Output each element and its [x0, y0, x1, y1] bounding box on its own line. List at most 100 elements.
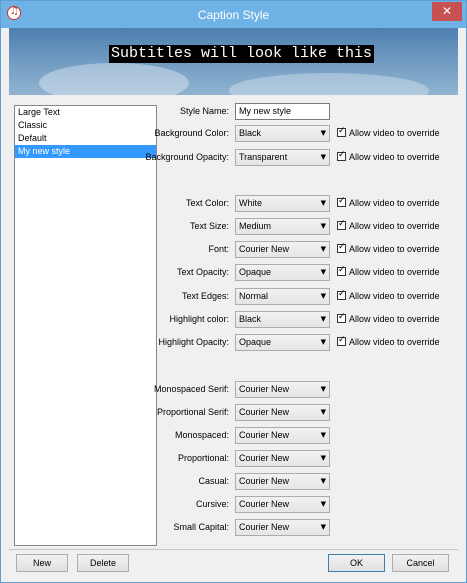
chevron-down-icon: ▼: [320, 153, 326, 161]
checkbox-checked-icon: [337, 149, 346, 162]
text-edges-override-checkbox[interactable]: Allow video to override: [337, 288, 457, 303]
text-color-select[interactable]: White ▼: [235, 195, 330, 212]
background-color-select[interactable]: Black ▼: [235, 125, 330, 142]
text-edges-label: Text Edges:: [181, 291, 229, 301]
cloud-decoration: [229, 73, 429, 95]
background-opacity-value: Transparent: [239, 152, 288, 162]
proportional-label: Proportional:: [177, 453, 229, 463]
checkbox-checked-icon: [337, 125, 346, 138]
text-size-value: Medium: [239, 221, 272, 231]
text-opacity-override-checkbox[interactable]: Allow video to override: [337, 264, 457, 279]
window-title: Caption Style: [197, 8, 270, 22]
text-size-select[interactable]: Medium ▼: [235, 218, 330, 235]
casual-select[interactable]: Courier New ▼: [235, 473, 330, 490]
font-override-checkbox[interactable]: Allow video to override: [337, 241, 457, 256]
background-opacity-label: Background Opacity:: [145, 152, 229, 162]
highlight-opacity-select[interactable]: Opaque ▼: [235, 334, 330, 351]
text-opacity-value: Opaque: [239, 267, 272, 277]
proportional-value: Courier New: [239, 453, 290, 463]
text-edges-select[interactable]: Normal ▼: [235, 288, 330, 305]
cancel-button[interactable]: Cancel: [392, 554, 449, 572]
cursive-label: Cursive:: [195, 499, 229, 509]
checkbox-checked-icon: [337, 241, 346, 254]
close-button[interactable]: ✕: [432, 2, 462, 21]
ok-button[interactable]: OK: [328, 554, 385, 572]
font-select[interactable]: Courier New ▼: [235, 241, 330, 258]
new-button[interactable]: New: [16, 554, 68, 572]
checkbox-checked-icon: [337, 264, 346, 277]
small-capital-select[interactable]: Courier New ▼: [235, 519, 330, 536]
chevron-down-icon: ▼: [320, 523, 326, 531]
override-label: Allow video to override: [349, 291, 440, 301]
title-bar: Caption Style ✕: [1, 1, 466, 28]
background-color-override-checkbox[interactable]: Allow video to override: [337, 125, 457, 140]
highlight-color-label: Highlight color:: [169, 314, 229, 324]
delete-button[interactable]: Delete: [77, 554, 129, 572]
checkbox-checked-icon: [337, 288, 346, 301]
override-label: Allow video to override: [349, 128, 440, 138]
small-capital-label: Small Capital:: [173, 522, 229, 532]
checkbox-checked-icon: [337, 334, 346, 347]
highlight-opacity-value: Opaque: [239, 337, 272, 347]
override-label: Allow video to override: [349, 152, 440, 162]
chevron-down-icon: ▼: [320, 431, 326, 439]
monospaced-serif-label: Monospaced Serif:: [153, 384, 229, 394]
proportional-serif-value: Courier New: [239, 407, 290, 417]
style-name-input[interactable]: My new style: [235, 103, 330, 120]
override-label: Allow video to override: [349, 244, 440, 254]
font-label: Font:: [208, 244, 229, 254]
chevron-down-icon: ▼: [320, 199, 326, 207]
highlight-opacity-override-checkbox[interactable]: Allow video to override: [337, 334, 457, 349]
font-value: Courier New: [239, 244, 290, 254]
chevron-down-icon: ▼: [320, 268, 326, 276]
highlight-opacity-label: Highlight Opacity:: [158, 337, 229, 347]
text-edges-value: Normal: [239, 291, 269, 301]
highlight-color-override-checkbox[interactable]: Allow video to override: [337, 311, 457, 326]
text-color-override-checkbox[interactable]: Allow video to override: [337, 195, 457, 210]
chevron-down-icon: ▼: [320, 245, 326, 253]
chevron-down-icon: ▼: [320, 315, 326, 323]
monospaced-serif-select[interactable]: Courier New ▼: [235, 381, 330, 398]
text-color-label: Text Color:: [185, 198, 229, 208]
text-size-label: Text Size:: [189, 221, 229, 231]
casual-value: Courier New: [239, 476, 290, 486]
chevron-down-icon: ▼: [320, 477, 326, 485]
background-color-label: Background Color:: [154, 128, 229, 138]
checkbox-checked-icon: [337, 195, 346, 208]
casual-label: Casual:: [198, 476, 229, 486]
background-opacity-select[interactable]: Transparent ▼: [235, 149, 330, 166]
text-opacity-select[interactable]: Opaque ▼: [235, 264, 330, 281]
proportional-serif-label: Proportional Serif:: [156, 407, 229, 417]
chevron-down-icon: ▼: [320, 454, 326, 462]
override-label: Allow video to override: [349, 221, 440, 231]
chevron-down-icon: ▼: [320, 292, 326, 300]
background-opacity-override-checkbox[interactable]: Allow video to override: [337, 149, 457, 164]
text-opacity-label: Text Opacity:: [176, 267, 229, 277]
monospaced-label: Monospaced:: [174, 430, 229, 440]
chevron-down-icon: ▼: [320, 129, 326, 137]
chevron-down-icon: ▼: [320, 338, 326, 346]
checkbox-checked-icon: [337, 218, 346, 231]
chevron-down-icon: ▼: [320, 500, 326, 508]
style-name-label: Style Name:: [179, 106, 229, 116]
caption-preview: Subtitles will look like this: [9, 28, 458, 95]
highlight-color-select[interactable]: Black ▼: [235, 311, 330, 328]
proportional-serif-select[interactable]: Courier New ▼: [235, 404, 330, 421]
small-capital-value: Courier New: [239, 522, 290, 532]
text-size-override-checkbox[interactable]: Allow video to override: [337, 218, 457, 233]
proportional-select[interactable]: Courier New ▼: [235, 450, 330, 467]
override-label: Allow video to override: [349, 337, 440, 347]
cursive-select[interactable]: Courier New ▼: [235, 496, 330, 513]
chevron-down-icon: ▼: [320, 222, 326, 230]
cursive-value: Courier New: [239, 499, 290, 509]
override-label: Allow video to override: [349, 314, 440, 324]
checkbox-checked-icon: [337, 311, 346, 324]
divider: [9, 549, 458, 550]
override-label: Allow video to override: [349, 267, 440, 277]
cloud-decoration: [39, 63, 189, 95]
background-color-value: Black: [239, 128, 262, 138]
override-label: Allow video to override: [349, 198, 440, 208]
chevron-down-icon: ▼: [320, 408, 326, 416]
monospaced-select[interactable]: Courier New ▼: [235, 427, 330, 444]
monospaced-serif-value: Courier New: [239, 384, 290, 394]
